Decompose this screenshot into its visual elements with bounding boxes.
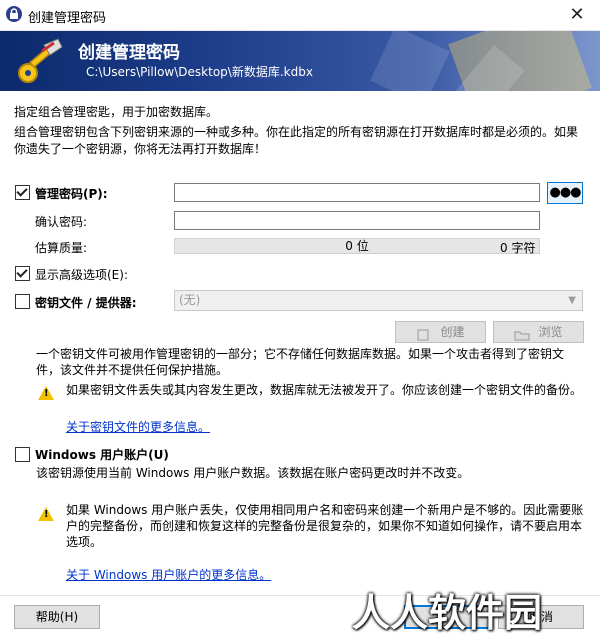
close-icon[interactable]: ✕ xyxy=(554,0,600,30)
advanced-options-label: 显示高级选项(E): xyxy=(35,268,128,282)
help-button[interactable]: 帮助(H) xyxy=(14,605,100,629)
intro-line-1: 指定组合管理密匙，用于加密数据库。 xyxy=(14,105,219,119)
folder-icon xyxy=(514,327,530,340)
create-key-file-button[interactable]: 创建 xyxy=(395,321,486,343)
lock-icon xyxy=(6,6,22,22)
master-password-input[interactable] xyxy=(174,183,540,202)
watermark: 人人软件园 xyxy=(352,591,543,635)
new-file-icon xyxy=(416,327,432,340)
header-banner: 创建管理密码 C:\Users\Pillow\Desktop\新数据库.kdbx xyxy=(0,31,600,91)
create-label: 创建 xyxy=(440,325,465,339)
browse-label: 浏览 xyxy=(538,325,563,339)
title-bar: 创建管理密码 ✕ xyxy=(0,0,600,31)
windows-account-description: 该密钥源使用当前 Windows 用户账户数据。该数据在账户密码更改时并不改变。 xyxy=(36,466,470,480)
confirm-password-input[interactable] xyxy=(174,211,540,230)
quality-meter: 0 位 xyxy=(174,238,540,254)
browse-key-file-button[interactable]: 浏览 xyxy=(493,321,584,343)
master-password-checkbox[interactable] xyxy=(15,185,30,200)
warning-icon: ! xyxy=(38,386,54,400)
database-path: C:\Users\Pillow\Desktop\新数据库.kdbx xyxy=(86,65,313,79)
char-count: 0 字符 xyxy=(500,241,536,255)
windows-account-checkbox[interactable] xyxy=(15,447,30,462)
banner-decoration xyxy=(370,31,450,91)
quality-value: 0 位 xyxy=(345,239,369,253)
key-file-description: 一个密钥文件可被用作管理密钥的一部分；它不存储任何数据库数据。如果一个攻击者得到… xyxy=(36,347,565,377)
master-password-label: 管理密码(P): xyxy=(35,187,108,201)
confirm-password-label: 确认密码: xyxy=(35,215,88,229)
key-file-selected: (无) xyxy=(179,293,201,307)
key-file-help-link[interactable]: 关于密钥文件的更多信息。 xyxy=(66,418,210,435)
key-file-checkbox[interactable] xyxy=(15,294,30,309)
window-title: 创建管理密码 xyxy=(28,11,107,26)
quality-label: 估算质量: xyxy=(35,241,88,255)
key-icon xyxy=(14,37,68,90)
key-file-warning: 如果密钥文件丢失或其内容发生更改，数据库就无法被发开了。你应该创建一个密钥文件的… xyxy=(66,383,583,397)
chevron-down-icon: ▼ xyxy=(568,295,576,306)
warning-icon: ! xyxy=(38,507,54,521)
key-file-label: 密钥文件 / 提供器: xyxy=(35,296,137,310)
show-password-button[interactable]: ●●● xyxy=(547,182,583,204)
windows-account-label: Windows 用户账户(U) xyxy=(35,448,169,462)
windows-account-help-link[interactable]: 关于 Windows 用户账户的更多信息。 xyxy=(66,566,271,583)
windows-account-warning: 如果 Windows 用户账户丢失，仅使用相同用户名和密码来创建一个新用户是不够… xyxy=(66,503,584,549)
advanced-options-checkbox[interactable] xyxy=(15,266,30,281)
key-file-select[interactable]: (无) ▼ xyxy=(174,290,583,311)
intro-line-2: 组合管理密钥包含下列密钥来源的一种或多种。你在此指定的所有密钥源在打开数据库时都… xyxy=(14,125,579,156)
banner-title: 创建管理密码 xyxy=(78,43,180,63)
